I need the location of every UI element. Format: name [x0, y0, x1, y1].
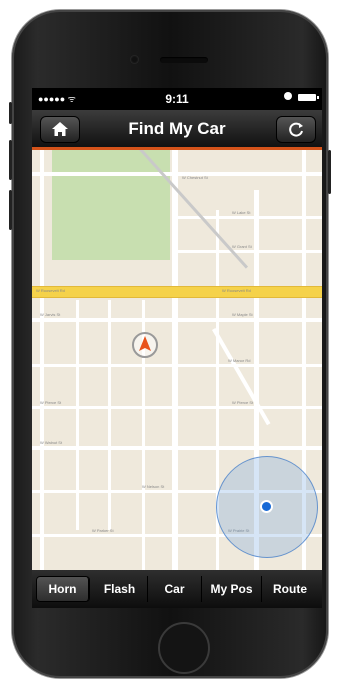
current-position-dot[interactable] [260, 500, 273, 513]
tab-flash[interactable]: Flash [92, 576, 148, 602]
nav-bar: Find My Car [32, 110, 322, 150]
street-label: W Grant St [232, 244, 252, 249]
status-time: 9:11 [165, 92, 189, 106]
map-road [76, 300, 79, 530]
highway [32, 286, 322, 298]
tab-my-pos[interactable]: My Pos [202, 576, 262, 602]
street-label: W Nelson St [142, 484, 165, 489]
street-label: W Roosevelt Rd [36, 288, 65, 293]
refresh-icon [289, 122, 303, 137]
mute-switch [9, 102, 12, 124]
map-road [178, 250, 322, 253]
car-arrow-icon [139, 336, 151, 351]
map-road-diagonal [212, 328, 271, 426]
car-location-marker[interactable] [132, 332, 158, 358]
map-road [172, 150, 178, 570]
home-hardware-button[interactable] [158, 622, 210, 674]
tab-horn[interactable]: Horn [36, 576, 90, 602]
map-road [32, 406, 322, 409]
tab-route[interactable]: Route [262, 576, 318, 602]
volume-up-button [9, 140, 12, 180]
street-label: W Pierce St [40, 400, 62, 405]
street-label: W Jarvis St [40, 312, 61, 317]
street-label: W Walnut St [40, 440, 63, 445]
street-label: W Roosevelt Rd [222, 288, 251, 293]
location-icon [284, 92, 292, 100]
map-road [32, 446, 322, 450]
street-label: W Lake St [232, 210, 251, 215]
map-road [32, 172, 322, 176]
volume-down-button [9, 190, 12, 230]
map-view[interactable]: W Roosevelt Rd W Roosevelt Rd W Jarvis S… [32, 150, 322, 570]
screen: ●●●●● ᯤ 9:11 Find My Car W Roosevelt Rd … [32, 88, 322, 608]
street-label: W Pierce St [232, 400, 254, 405]
battery-icon [298, 94, 319, 101]
tab-bar: Horn Flash Car My Pos Route [32, 570, 322, 608]
street-label: W Parker St [92, 528, 114, 533]
earpiece-speaker [160, 57, 208, 63]
refresh-button[interactable] [276, 116, 316, 143]
street-label: W Manor Rd [228, 358, 251, 363]
map-road [40, 150, 44, 570]
map-road [32, 364, 322, 367]
front-camera [130, 55, 139, 64]
power-button [328, 150, 331, 194]
park-area [52, 150, 170, 260]
map-road [32, 318, 322, 322]
street-label: W Chestnut St [182, 175, 208, 180]
tab-car[interactable]: Car [148, 576, 202, 602]
map-road [108, 300, 111, 530]
street-label: W Maple St [232, 312, 253, 317]
status-bar: ●●●●● ᯤ 9:11 [32, 88, 322, 110]
